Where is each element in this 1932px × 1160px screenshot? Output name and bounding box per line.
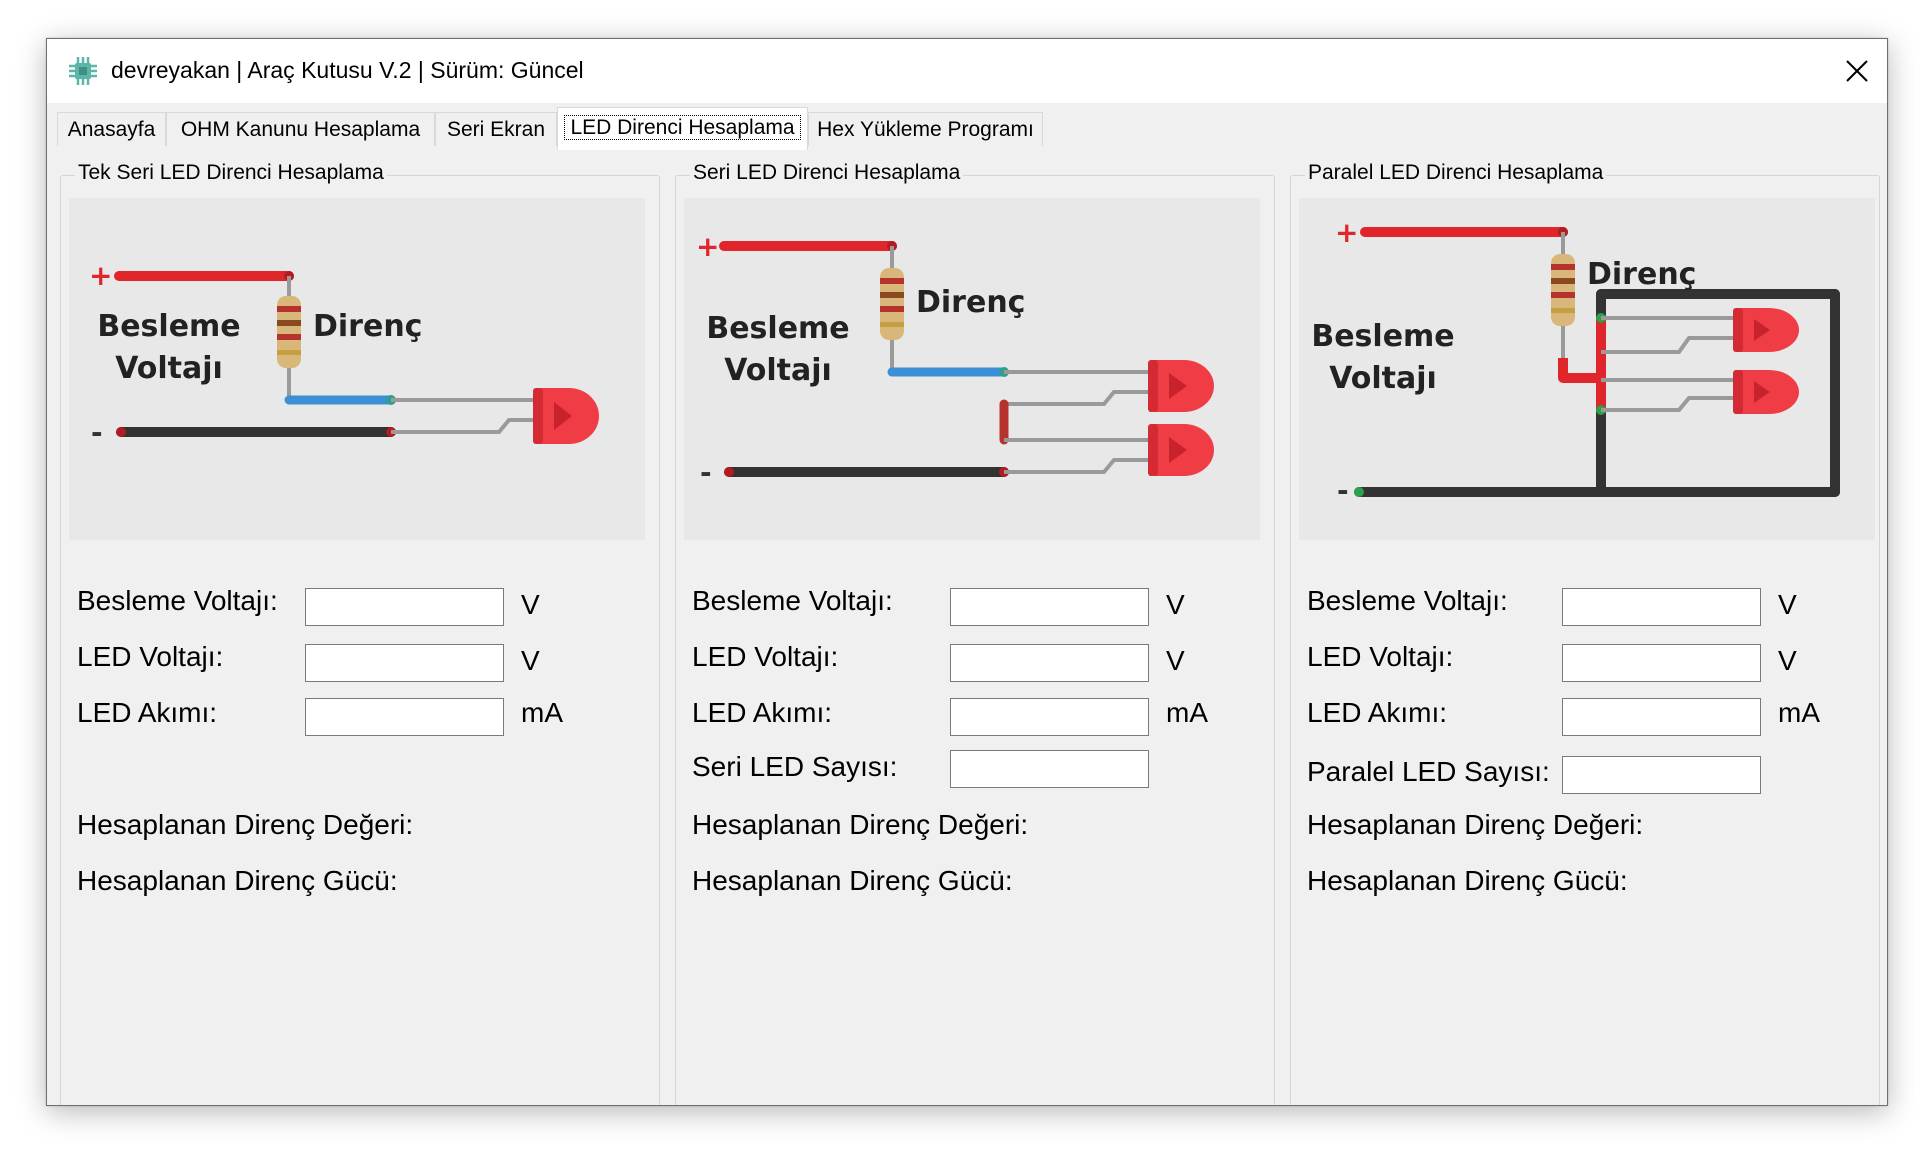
led-current-input[interactable] xyxy=(305,698,504,736)
calculated-resistance-label: Hesaplanan Direnç Değeri: xyxy=(1307,809,1644,840)
chip-icon xyxy=(69,57,97,85)
supply-label-line2: Voltajı xyxy=(115,351,223,386)
calculated-power-label: Hesaplanan Direnç Gücü: xyxy=(77,865,398,896)
series-led-group: Seri LED Direnci Hesaplama + - Besleme V… xyxy=(675,161,1275,1105)
window-title: devreyakan | Araç Kutusu V.2 | Sürüm: Gü… xyxy=(111,57,584,83)
resistor-icon xyxy=(277,296,301,368)
led-icon xyxy=(1148,360,1214,412)
tab-label: Anasayfa xyxy=(67,118,156,141)
tab-label: Hex Yükleme Programı xyxy=(817,118,1034,141)
series-led-circuit-diagram: + - Besleme Voltajı Direnç xyxy=(684,198,1260,540)
led-icon xyxy=(533,388,599,444)
led-current-input[interactable] xyxy=(1562,698,1761,736)
led-current-label: LED Akımı: xyxy=(77,697,218,728)
parallel-led-group: Paralel LED Direnci Hesaplama + - Beslem… xyxy=(1290,161,1880,1105)
tab-ohm-kanunu[interactable]: OHM Kanunu Hesaplama xyxy=(166,112,435,146)
tab-seri-ekran[interactable]: Seri Ekran xyxy=(435,112,557,146)
led-current-label: LED Akımı: xyxy=(692,697,833,728)
led-current-unit: mA xyxy=(1166,697,1208,728)
minus-symbol: - xyxy=(700,456,712,489)
supply-voltage-unit: V xyxy=(1778,589,1797,620)
led-voltage-label: LED Voltajı: xyxy=(77,641,224,672)
resistor-label: Direnç xyxy=(916,285,1025,320)
resistor-label: Direnç xyxy=(313,309,422,344)
led-voltage-label: LED Voltajı: xyxy=(1307,641,1454,672)
tab-led-direnci[interactable]: LED Direnci Hesaplama xyxy=(557,107,808,150)
supply-label-line2: Voltajı xyxy=(724,353,832,388)
led-current-unit: mA xyxy=(521,697,563,728)
minus-symbol: - xyxy=(91,416,103,449)
supply-voltage-unit: V xyxy=(521,589,540,620)
tab-label: OHM Kanunu Hesaplama xyxy=(180,118,421,141)
led-resistor-panel: Tek Seri LED Direnci Hesaplama + - Besle… xyxy=(47,149,1887,1105)
tab-strip: Anasayfa OHM Kanunu Hesaplama Seri Ekran… xyxy=(47,103,1887,150)
close-button[interactable] xyxy=(1827,39,1887,103)
led-voltage-unit: V xyxy=(1166,645,1185,676)
supply-voltage-label: Besleme Voltajı: xyxy=(77,585,278,616)
led-current-input[interactable] xyxy=(950,698,1149,736)
supply-voltage-input[interactable] xyxy=(1562,588,1761,626)
minus-symbol: - xyxy=(1337,474,1349,507)
group-title: Tek Seri LED Direnci Hesaplama xyxy=(75,161,387,185)
resistor-label: Direnç xyxy=(1587,257,1696,292)
led-voltage-label: LED Voltajı: xyxy=(692,641,839,672)
supply-voltage-label: Besleme Voltajı: xyxy=(1307,585,1508,616)
parallel-led-count-label: Paralel LED Sayısı: xyxy=(1307,756,1550,787)
supply-label-line1: Besleme xyxy=(97,309,240,344)
led-voltage-unit: V xyxy=(1778,645,1797,676)
calculated-resistance-label: Hesaplanan Direnç Değeri: xyxy=(692,809,1029,840)
led-voltage-unit: V xyxy=(521,645,540,676)
parallel-led-count-input[interactable] xyxy=(1562,756,1761,794)
group-title: Seri LED Direnci Hesaplama xyxy=(690,161,964,185)
tab-anasayfa[interactable]: Anasayfa xyxy=(57,112,166,146)
tab-label: LED Direnci Hesaplama xyxy=(564,115,801,140)
supply-label-line1: Besleme xyxy=(1311,319,1454,354)
resistor-icon xyxy=(1551,254,1575,326)
led-icon xyxy=(1148,424,1214,476)
supply-voltage-input[interactable] xyxy=(950,588,1149,626)
supply-voltage-label: Besleme Voltajı: xyxy=(692,585,893,616)
led-icon xyxy=(1733,370,1799,414)
plus-symbol: + xyxy=(1335,216,1358,249)
calculated-power-label: Hesaplanan Direnç Gücü: xyxy=(692,865,1013,896)
close-icon xyxy=(1846,60,1868,82)
resistor-icon xyxy=(880,268,904,340)
calculated-power-label: Hesaplanan Direnç Gücü: xyxy=(1307,865,1628,896)
group-title: Paralel LED Direnci Hesaplama xyxy=(1305,161,1607,185)
parallel-led-circuit-diagram: + - Besleme Voltajı Direnç xyxy=(1299,198,1875,540)
title-bar: devreyakan | Araç Kutusu V.2 | Sürüm: Gü… xyxy=(47,39,1887,103)
led-voltage-input[interactable] xyxy=(305,644,504,682)
plus-symbol: + xyxy=(89,259,112,292)
app-window: devreyakan | Araç Kutusu V.2 | Sürüm: Gü… xyxy=(46,38,1888,1106)
supply-label-line1: Besleme xyxy=(706,311,849,346)
led-voltage-input[interactable] xyxy=(1562,644,1761,682)
supply-voltage-input[interactable] xyxy=(305,588,504,626)
led-current-label: LED Akımı: xyxy=(1307,697,1448,728)
single-led-group: Tek Seri LED Direnci Hesaplama + - Besle… xyxy=(60,161,660,1105)
supply-label-line2: Voltajı xyxy=(1329,361,1437,396)
series-led-count-input[interactable] xyxy=(950,750,1149,788)
led-voltage-input[interactable] xyxy=(950,644,1149,682)
supply-voltage-unit: V xyxy=(1166,589,1185,620)
plus-symbol: + xyxy=(696,230,719,263)
led-current-unit: mA xyxy=(1778,697,1820,728)
series-led-count-label: Seri LED Sayısı: xyxy=(692,751,898,782)
calculated-resistance-label: Hesaplanan Direnç Değeri: xyxy=(77,809,414,840)
single-led-circuit-diagram: + - Besleme Voltajı Direnç xyxy=(69,198,645,540)
tab-hex-yukleme[interactable]: Hex Yükleme Programı xyxy=(808,112,1043,146)
tab-label: Seri Ekran xyxy=(446,118,546,141)
led-icon xyxy=(1733,308,1799,352)
